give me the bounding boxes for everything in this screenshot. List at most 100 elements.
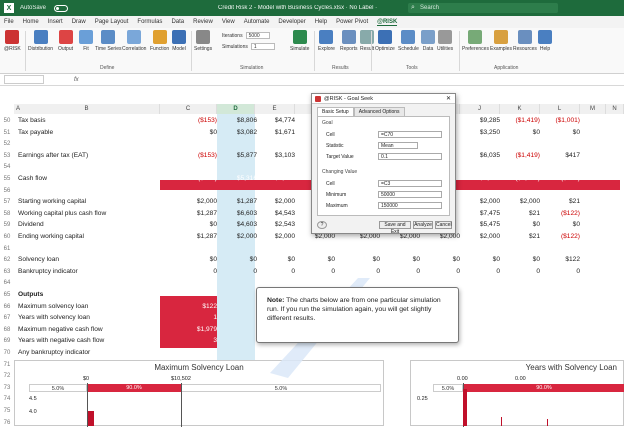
cell[interactable]: 0 (340, 267, 380, 277)
row-number[interactable]: 65 (0, 290, 14, 300)
cell[interactable]: $4,543 (255, 209, 295, 219)
tab-basic-setup[interactable]: Basic Setup (317, 107, 354, 116)
changing-cell-input[interactable]: =C3 (378, 180, 442, 187)
col-header-m[interactable]: M (580, 104, 606, 114)
cell[interactable]: $0 (255, 255, 295, 265)
col-header-a-b[interactable]: AB (14, 104, 160, 114)
menu-insert[interactable]: Insert (48, 19, 63, 25)
cell[interactable]: $4,774 (255, 116, 295, 126)
minimum-input[interactable]: 50000 (378, 191, 442, 198)
cell[interactable]: $0 (295, 255, 335, 265)
maximum-input[interactable]: 150000 (378, 202, 442, 209)
cell[interactable]: $2,000 (500, 197, 540, 207)
menu-draw[interactable]: Draw (72, 19, 86, 25)
cell[interactable]: ($1,001) (540, 116, 580, 126)
menu-power-pivot[interactable]: Power Pivot (336, 19, 368, 25)
name-box[interactable] (4, 75, 44, 84)
cell[interactable]: $0 (217, 255, 257, 265)
analyze-button[interactable]: Analyze (413, 221, 433, 229)
fx-icon[interactable]: fx (74, 77, 79, 83)
cell[interactable]: $5,877 (217, 151, 257, 161)
marker-line-end[interactable] (181, 383, 182, 427)
cell[interactable]: $2,000 (460, 232, 500, 242)
data-button[interactable]: Data (421, 30, 435, 52)
cell[interactable]: $1,287 (177, 232, 217, 242)
cell[interactable]: ($122) (540, 232, 580, 242)
cell[interactable]: $21 (500, 209, 540, 219)
search-box[interactable]: Search (408, 3, 558, 13)
help-button[interactable]: Help (538, 30, 552, 52)
row-number[interactable]: 64 (0, 278, 14, 288)
cell[interactable]: $2,000 (255, 232, 295, 242)
row-number[interactable]: 59 (0, 220, 14, 230)
menu-file[interactable]: File (4, 19, 14, 25)
sheet-row[interactable]: 61 (0, 244, 624, 254)
optimize-button[interactable]: Optimize (375, 30, 395, 52)
cell[interactable]: $0 (500, 128, 540, 138)
cell[interactable]: $0 (460, 255, 500, 265)
simulate-button[interactable]: Simulate (290, 30, 309, 52)
row-number[interactable]: 55 (0, 174, 14, 184)
row-number[interactable]: 67 (0, 313, 14, 323)
cell[interactable]: $21 (500, 232, 540, 242)
settings-button[interactable]: Settings (194, 30, 212, 52)
examples-button[interactable]: Examples (490, 30, 512, 52)
risk-button[interactable]: @RISK (4, 30, 21, 52)
menu-developer[interactable]: Developer (278, 19, 305, 25)
row-number[interactable]: 54 (0, 162, 14, 172)
goal-seek-dialog[interactable]: @RISK - Goal Seek ✕ Basic Setup Advanced … (311, 93, 456, 235)
cell[interactable]: ($1,419) (500, 151, 540, 161)
cell[interactable]: $9,285 (460, 116, 500, 126)
cell[interactable]: $0 (177, 255, 217, 265)
cell[interactable]: 0 (295, 267, 335, 277)
explore-button[interactable]: Explore (318, 30, 335, 52)
cell[interactable]: $5,475 (460, 174, 500, 184)
row-number[interactable]: 63 (0, 267, 14, 277)
menu-formulas[interactable]: Formulas (137, 19, 162, 25)
row-number[interactable]: 61 (0, 244, 14, 254)
cell[interactable]: ($122) (540, 209, 580, 219)
row-number[interactable]: 70 (0, 348, 14, 358)
goal-cell-input[interactable]: =C70 (378, 131, 442, 138)
save-and-exit-button[interactable]: Save and Exit (379, 221, 411, 235)
cancel-button[interactable]: Cancel (435, 221, 452, 229)
cell[interactable]: ($153) (177, 116, 217, 126)
menu-home[interactable]: Home (23, 19, 39, 25)
cell[interactable]: ($1,419) (500, 116, 540, 126)
cell[interactable]: $5,475 (460, 220, 500, 230)
cell[interactable]: 0 (255, 267, 295, 277)
help-icon[interactable]: ? (317, 221, 327, 229)
row-number[interactable]: 73 (0, 383, 14, 393)
cell[interactable]: $21 (540, 197, 580, 207)
fit-button[interactable]: Fit (79, 30, 93, 52)
col-header-k[interactable]: K (500, 104, 540, 114)
row-number[interactable]: 60 (0, 232, 14, 242)
row-number[interactable]: 51 (0, 128, 14, 138)
cell[interactable]: $1,287 (177, 209, 217, 219)
cell[interactable]: $122 (540, 255, 580, 265)
model-button[interactable]: Model (172, 30, 186, 52)
cell[interactable]: 0 (460, 267, 500, 277)
statistic-select[interactable]: Mean (378, 142, 418, 149)
row-number[interactable]: 75 (0, 406, 14, 416)
cell[interactable]: $7,475 (460, 209, 500, 219)
resources-button[interactable]: Resources (513, 30, 537, 52)
menu-help[interactable]: Help (315, 19, 327, 25)
cell[interactable]: 0 (420, 267, 460, 277)
cell[interactable]: 0 (500, 267, 540, 277)
autosave-toggle[interactable] (54, 4, 69, 12)
cell[interactable]: $8,806 (217, 116, 257, 126)
cell[interactable]: $0 (540, 128, 580, 138)
cell[interactable]: $4,603 (217, 220, 257, 230)
menu-view[interactable]: View (222, 19, 235, 25)
time-series-button[interactable]: Time Series (95, 30, 122, 52)
cell[interactable]: ($143) (540, 174, 580, 184)
cell[interactable]: $0 (340, 255, 380, 265)
sheet-row[interactable]: 62 Solvency loan $0 $0 $0 $0 $0 $0 $0 $0 $0 $122 (0, 255, 624, 265)
schedule-button[interactable]: Schedule (398, 30, 419, 52)
cell[interactable]: 1 (177, 313, 217, 323)
cell[interactable]: $0 (380, 255, 420, 265)
menu-review[interactable]: Review (193, 19, 213, 25)
output-button[interactable]: Output (58, 30, 73, 52)
iterations-input[interactable]: 5000 (245, 32, 270, 39)
